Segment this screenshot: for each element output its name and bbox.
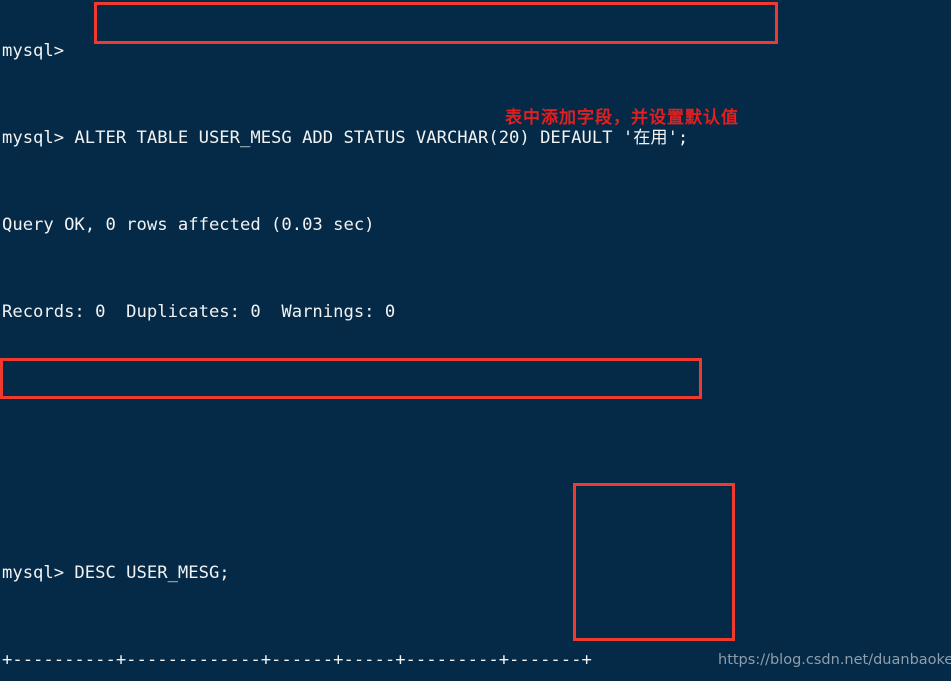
terminal-screenshot: mysql> mysql> ALTER TABLE USER_MESG ADD … (0, 0, 951, 681)
terminal-output: mysql> mysql> ALTER TABLE USER_MESG ADD … (0, 0, 951, 681)
terminal-line: mysql> (2, 41, 65, 61)
add-column-note: 表中添加字段，并设置默认值 (505, 108, 739, 128)
terminal-line-query-ok: Query OK, 0 rows affected (0.03 sec) (2, 215, 375, 235)
terminal-line-records: Records: 0 Duplicates: 0 Warnings: 0 (2, 302, 396, 322)
terminal-line-alter-statement: mysql> ALTER TABLE USER_MESG ADD STATUS … (2, 128, 689, 148)
terminal-line-desc-statement: mysql> DESC USER_MESG; (2, 563, 230, 583)
watermark: https://blog.csdn.net/duanbaoke (718, 652, 951, 668)
